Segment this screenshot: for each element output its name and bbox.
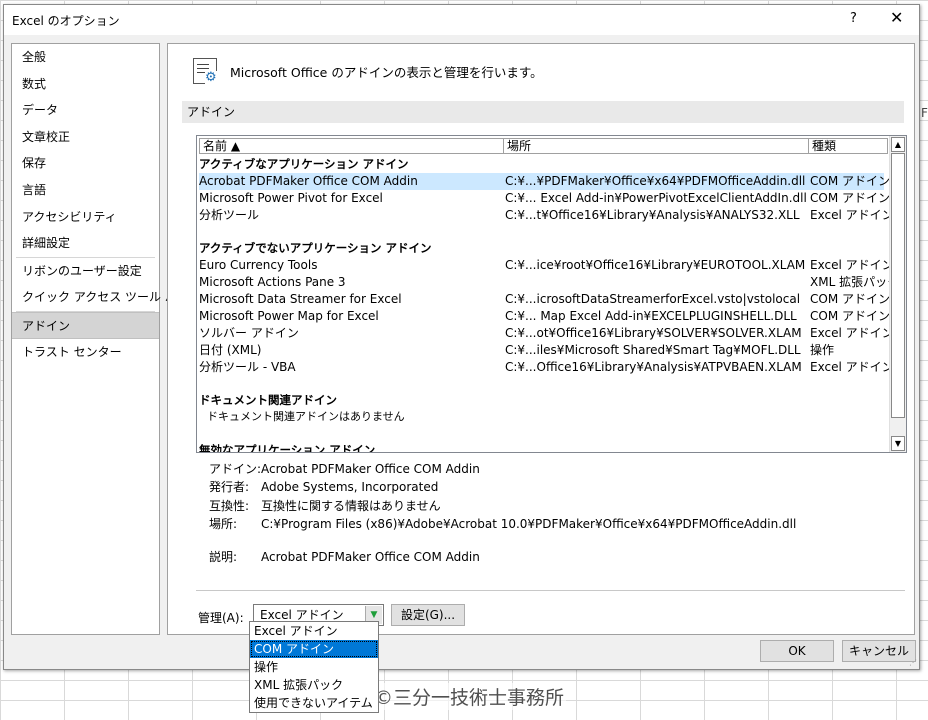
detail-publisher-label: 発行者: [209,480,250,495]
addin-name: Microsoft Power Pivot for Excel [199,191,383,205]
addin-location: C:¥...ice¥root¥Office16¥Library¥EUROTOOL… [505,258,806,272]
detail-description-label: 説明: [209,549,238,564]
manage-label: 管理(A): [198,611,244,625]
resize-grip-icon[interactable]: ⋰ [909,658,917,667]
detail-location-label: 場所: [209,517,238,532]
addin-name: 分析ツール - VBA [199,360,296,374]
nav-item-addins[interactable]: アドイン [12,311,159,339]
nav-item-advanced[interactable]: 詳細設定 [12,230,159,257]
gear-icon: ⚙ [205,70,217,85]
detail-description-value: Acrobat PDFMaker Office COM Addin [261,549,480,564]
addin-location: C:¥...iles¥Microsoft Shared¥Smart Tag¥MO… [505,343,801,357]
addin-name: 分析ツール [199,208,260,222]
dialog-title: Excel のオプション [12,14,120,28]
addin-name: Euro Currency Tools [199,258,318,272]
addins-list[interactable]: 名前 ▲ 場所 種類 アクティブなアプリケーション アドイン Acrobat P… [196,135,907,453]
addin-name: Acrobat PDFMaker Office COM Addin [199,174,418,188]
scroll-down-icon[interactable]: ▼ [891,436,905,451]
addin-details: アドイン:Acrobat PDFMaker Office COM Addin 発… [209,460,796,566]
addin-location: C:¥...t¥Office16¥Library¥Analysis¥ANALYS… [505,208,800,222]
addin-location: C:¥... Map Excel Add-in¥EXCELPLUGINSHELL… [505,309,797,323]
addin-location: C:¥... Excel Add-in¥PowerPivotExcelClien… [505,191,807,205]
dropdown-option-com-addins[interactable]: COM アドイン [250,640,378,658]
nav-item-save[interactable]: 保存 [12,150,159,177]
title-bar: Excel のオプション ? ✕ [4,5,919,35]
addin-name: Microsoft Data Streamer for Excel [199,292,402,306]
nav-item-accessibility[interactable]: アクセシビリティ [12,204,159,231]
dropdown-option-actions[interactable]: 操作 [250,658,378,676]
addin-type: COM アドイン [810,309,890,323]
group-header-active: アクティブなアプリケーション アドイン [199,157,409,171]
addin-type: Excel アドイン [810,258,894,272]
addin-location: C:¥...Office16¥Library¥Analysis¥ATPVBAEN… [505,360,802,374]
detail-compat-label: 互換性: [209,498,250,513]
addin-name: ソルバー アドイン [199,326,299,340]
nav-item-language[interactable]: 言語 [12,177,159,204]
divider [196,590,905,591]
group-header-inactive: アクティブでないアプリケーション アドイン [199,241,432,255]
nav-item-formulas[interactable]: 数式 [12,71,159,98]
addin-type: COM アドイン [810,174,890,188]
addin-name: Microsoft Actions Pane 3 [199,275,346,289]
addin-type: XML 拡張パック [810,275,900,289]
scroll-up-icon[interactable]: ▲ [891,137,905,152]
options-dialog: Excel のオプション ? ✕ 全般 数式 データ 文章校正 保存 言語 アク… [3,4,920,670]
addin-name: Microsoft Power Map for Excel [199,309,379,323]
nav-item-general[interactable]: 全般 [12,44,159,71]
column-header-fragment: F [921,106,928,120]
addin-location: C:¥...¥PDFMaker¥Office¥x64¥PDFMOfficeAdd… [505,174,806,188]
group-header-disabled: 無効なアプリケーション アドイン [199,443,376,453]
addin-name: 日付 (XML) [199,343,262,357]
nav-item-trust-center[interactable]: トラスト センター [12,339,159,366]
empty-group-text: ドキュメント関連アドインはありません [207,410,405,423]
addin-type: Excel アドイン [810,326,894,340]
addin-type: COM アドイン [810,191,890,205]
help-button[interactable]: ? [850,11,857,26]
nav-item-proofing[interactable]: 文章校正 [12,124,159,151]
category-nav: 全般 数式 データ 文章校正 保存 言語 アクセシビリティ 詳細設定 リボンのユ… [11,43,189,635]
close-button[interactable]: ✕ [890,8,903,27]
column-header-location[interactable]: 場所 [503,138,809,154]
nav-item-data[interactable]: データ [12,97,159,124]
detail-addin-label: アドイン: [209,462,262,476]
ok-button[interactable]: OK [760,640,834,662]
addins-panel: ⚙ Microsoft Office のアドインの表示と管理を行います。 アドイ… [167,43,915,635]
panel-header-text: Microsoft Office のアドインの表示と管理を行います。 [230,65,543,80]
scroll-thumb[interactable] [891,153,905,418]
addin-location: C:¥...ot¥Office16¥Library¥SOLVER¥SOLVER.… [505,326,802,340]
section-title: アドイン [182,101,904,123]
addin-type: Excel アドイン [810,208,894,222]
addin-type: Excel アドイン [810,360,894,374]
manage-dropdown-list[interactable]: Excel アドイン COM アドイン 操作 XML 拡張パック 使用できないア… [249,621,379,713]
watermark: ©三分一技術士事務所 [372,683,567,710]
manage-selected-value: Excel アドイン [260,608,344,622]
column-header-type[interactable]: 種類 [808,138,888,154]
cancel-button[interactable]: キャンセル [842,640,916,662]
detail-publisher-value: Adobe Systems, Incorporated [261,480,439,495]
detail-addin-value: Acrobat PDFMaker Office COM Addin [261,462,480,476]
detail-location-value: C:¥Program Files (x86)¥Adobe¥Acrobat 10.… [261,517,797,532]
table-row[interactable]: Acrobat PDFMaker Office COM Addin C:¥...… [199,173,890,190]
addin-type: COM アドイン [810,292,890,306]
addin-type: 操作 [810,343,835,357]
list-scrollbar[interactable]: ▲ ▼ [889,136,906,452]
nav-item-quick-access-toolbar[interactable]: クイック アクセス ツール バー [12,284,189,311]
dropdown-option-excel-addins[interactable]: Excel アドイン [250,622,378,640]
group-header-document: ドキュメント関連アドイン [199,393,337,407]
dropdown-option-disabled-items[interactable]: 使用できないアイテム [250,694,378,712]
addin-location: C:¥...icrosoftDataStreamerforExcel.vsto|… [505,292,801,306]
go-button[interactable]: 設定(G)... [391,604,465,626]
dropdown-option-xml-expansion-packs[interactable]: XML 拡張パック [250,676,378,694]
nav-item-customize-ribbon[interactable]: リボンのユーザー設定 [12,258,159,285]
detail-compat-value: 互換性に関する情報はありません [261,498,441,513]
column-header-name[interactable]: 名前 ▲ [199,138,504,154]
